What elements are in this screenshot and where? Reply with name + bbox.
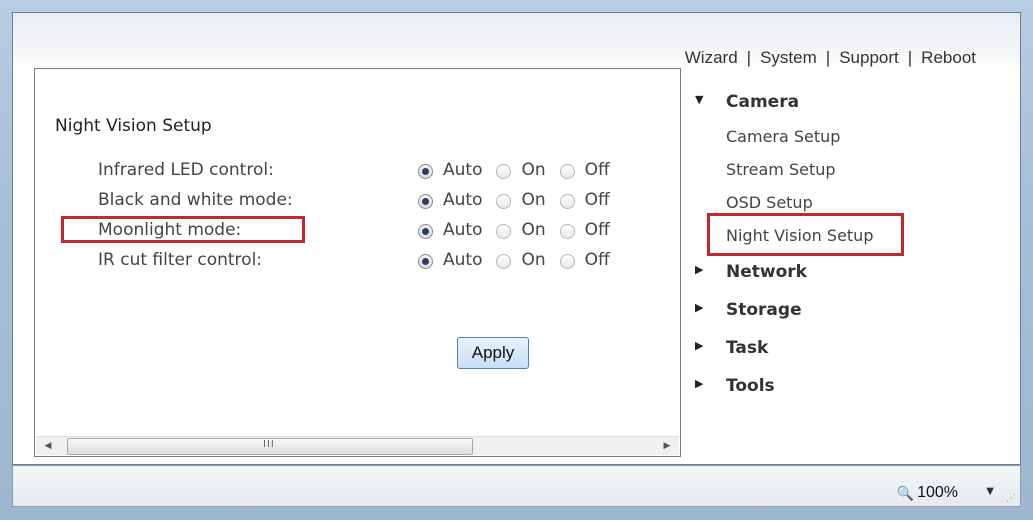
scroll-right-icon[interactable]: ▶ [661, 440, 673, 452]
highlight-box-night-vision [707, 213, 904, 256]
apply-button[interactable]: Apply [457, 337, 529, 369]
radio-off[interactable] [559, 163, 575, 179]
status-bar: 🔍 100% ▼ ⋰ [12, 465, 1021, 507]
triangle-right-icon: ▶ [695, 339, 704, 352]
setting-label: Infrared LED control: [98, 160, 274, 180]
nav-system-link[interactable]: System [760, 48, 817, 68]
setting-label: IR cut filter control: [98, 250, 263, 270]
menu-storage[interactable]: ▶ Storage [695, 297, 995, 335]
radio-group: Auto On Off [418, 160, 624, 180]
triangle-down-icon: ▼ [695, 93, 704, 106]
night-vision-panel: Night Vision Setup Infrared LED control:… [34, 68, 681, 457]
top-navigation: Wizard | System | Support | Reboot [685, 48, 976, 68]
radio-on[interactable] [496, 253, 512, 269]
radio-on[interactable] [496, 163, 512, 179]
submenu-label[interactable]: Stream Setup [726, 160, 836, 179]
radio-off[interactable] [559, 253, 575, 269]
radio-off[interactable] [559, 223, 575, 239]
radio-on-label: On [521, 250, 546, 270]
page-content: Wizard | System | Support | Reboot Night… [12, 12, 1021, 465]
radio-group: Auto On Off [418, 250, 624, 270]
radio-on-label: On [521, 160, 546, 180]
radio-off-label: Off [584, 220, 610, 240]
radio-off-label: Off [584, 160, 610, 180]
menu-network[interactable]: ▶ Network [695, 259, 995, 297]
nav-reboot-link[interactable]: Reboot [921, 48, 976, 68]
menu-stream-setup[interactable]: Stream Setup [695, 160, 995, 193]
radio-on[interactable] [496, 193, 512, 209]
nav-separator: | [907, 48, 913, 67]
radio-off-label: Off [584, 250, 610, 270]
triangle-right-icon: ▶ [695, 263, 704, 276]
menu-task-label: Task [726, 338, 769, 358]
scroll-grip: III [263, 439, 275, 450]
nav-support-link[interactable]: Support [839, 48, 899, 68]
radio-auto[interactable] [418, 223, 433, 239]
zoom-magnifier-icon: 🔍 [896, 484, 915, 501]
menu-storage-label: Storage [726, 300, 802, 320]
radio-auto[interactable] [418, 253, 433, 269]
menu-camera[interactable]: ▼ Camera [695, 89, 995, 127]
submenu-label[interactable]: OSD Setup [726, 193, 813, 212]
radio-auto-label: Auto [443, 250, 483, 270]
horizontal-scrollbar[interactable]: ◀ III ▶ [36, 436, 679, 455]
radio-auto[interactable] [418, 193, 433, 209]
radio-auto-label: Auto [443, 220, 483, 240]
chevron-down-icon[interactable]: ▼ [986, 486, 994, 497]
radio-off-label: Off [584, 190, 610, 210]
menu-camera-setup[interactable]: Camera Setup [695, 127, 995, 160]
menu-task[interactable]: ▶ Task [695, 335, 995, 373]
menu-network-label: Network [726, 262, 807, 282]
scroll-left-icon[interactable]: ◀ [42, 440, 54, 452]
nav-wizard-link[interactable]: Wizard [685, 48, 738, 68]
resize-grip-icon[interactable]: ⋰ [1006, 493, 1016, 504]
setting-label: Black and white mode: [98, 190, 293, 210]
setting-row-ir-cut: IR cut filter control: Auto On Off [98, 250, 658, 280]
radio-on[interactable] [496, 223, 512, 239]
radio-group: Auto On Off [418, 220, 624, 240]
panel-title: Night Vision Setup [55, 116, 212, 136]
radio-auto-label: Auto [443, 190, 483, 210]
radio-auto-label: Auto [443, 160, 483, 180]
radio-group: Auto On Off [418, 190, 624, 210]
radio-auto[interactable] [418, 163, 433, 179]
radio-off[interactable] [559, 193, 575, 209]
menu-tools-label: Tools [726, 376, 775, 396]
menu-tools[interactable]: ▶ Tools [695, 373, 995, 411]
zoom-level: 100% [917, 484, 958, 501]
nav-separator: | [746, 48, 752, 67]
triangle-right-icon: ▶ [695, 301, 704, 314]
triangle-right-icon: ▶ [695, 377, 704, 390]
highlight-box-moonlight [61, 216, 305, 243]
zoom-control[interactable]: 🔍 100% [897, 484, 958, 502]
radio-on-label: On [521, 220, 546, 240]
setting-row-infrared-led: Infrared LED control: Auto On Off [98, 160, 658, 190]
menu-camera-label: Camera [726, 92, 800, 112]
nav-separator: | [825, 48, 831, 67]
submenu-label[interactable]: Camera Setup [726, 127, 840, 146]
radio-on-label: On [521, 190, 546, 210]
scroll-thumb[interactable]: III [67, 438, 473, 455]
